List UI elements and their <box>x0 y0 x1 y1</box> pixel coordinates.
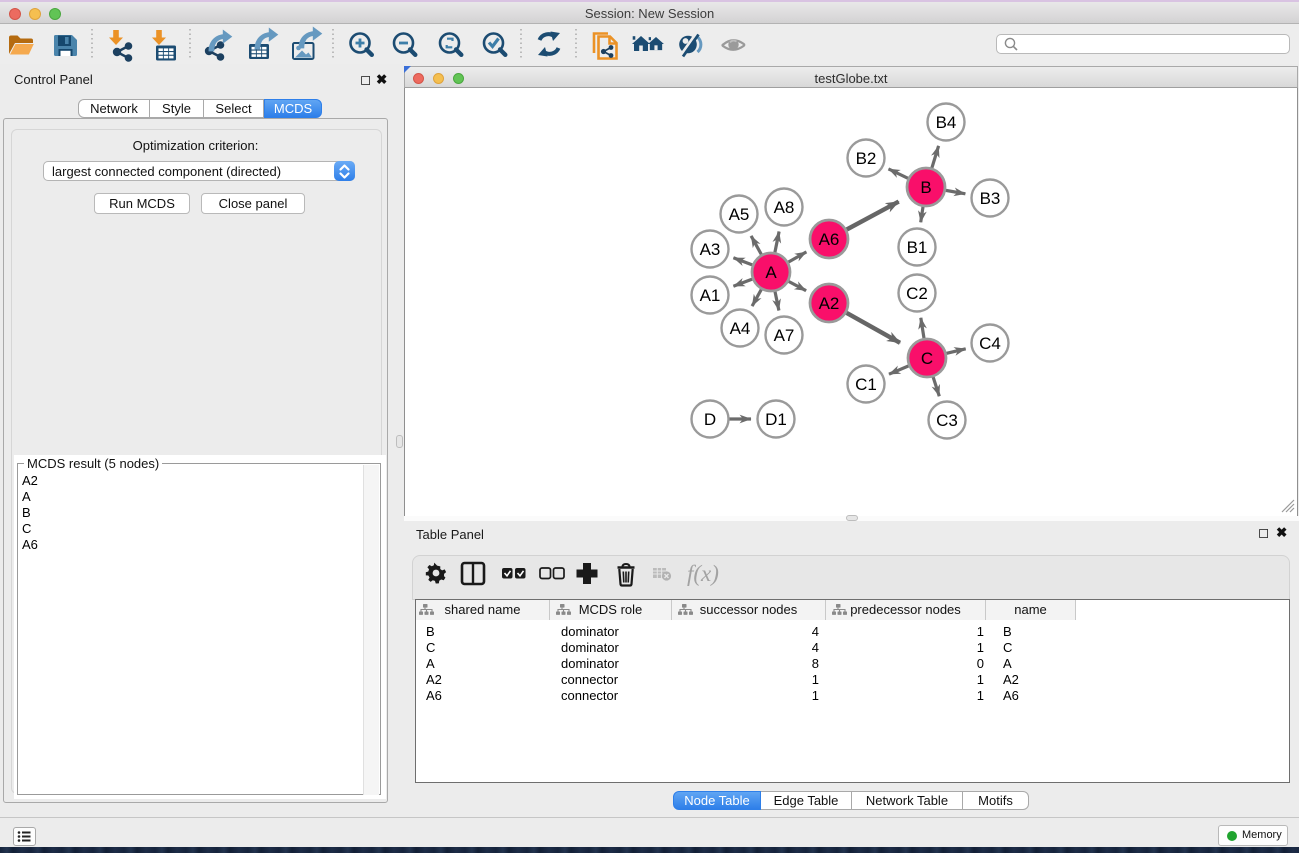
svg-text:C3: C3 <box>936 411 958 430</box>
svg-text:A5: A5 <box>729 205 750 224</box>
svg-text:A: A <box>765 263 777 282</box>
svg-text:A7: A7 <box>774 326 795 345</box>
svg-text:D1: D1 <box>765 410 787 429</box>
svg-text:A4: A4 <box>730 319 751 338</box>
svg-text:A3: A3 <box>700 240 721 259</box>
svg-text:C4: C4 <box>979 334 1001 353</box>
svg-text:B4: B4 <box>936 113 957 132</box>
svg-text:A8: A8 <box>774 198 795 217</box>
svg-text:A1: A1 <box>700 286 721 305</box>
svg-text:D: D <box>704 410 716 429</box>
svg-text:B2: B2 <box>856 149 877 168</box>
svg-text:C1: C1 <box>855 375 877 394</box>
svg-text:A2: A2 <box>819 294 840 313</box>
svg-text:C2: C2 <box>906 284 928 303</box>
svg-text:C: C <box>921 349 933 368</box>
svg-text:B: B <box>920 178 931 197</box>
svg-text:f(x): f(x) <box>687 561 719 586</box>
svg-text:B3: B3 <box>980 189 1001 208</box>
svg-text:A6: A6 <box>819 230 840 249</box>
svg-text:B1: B1 <box>907 238 928 257</box>
